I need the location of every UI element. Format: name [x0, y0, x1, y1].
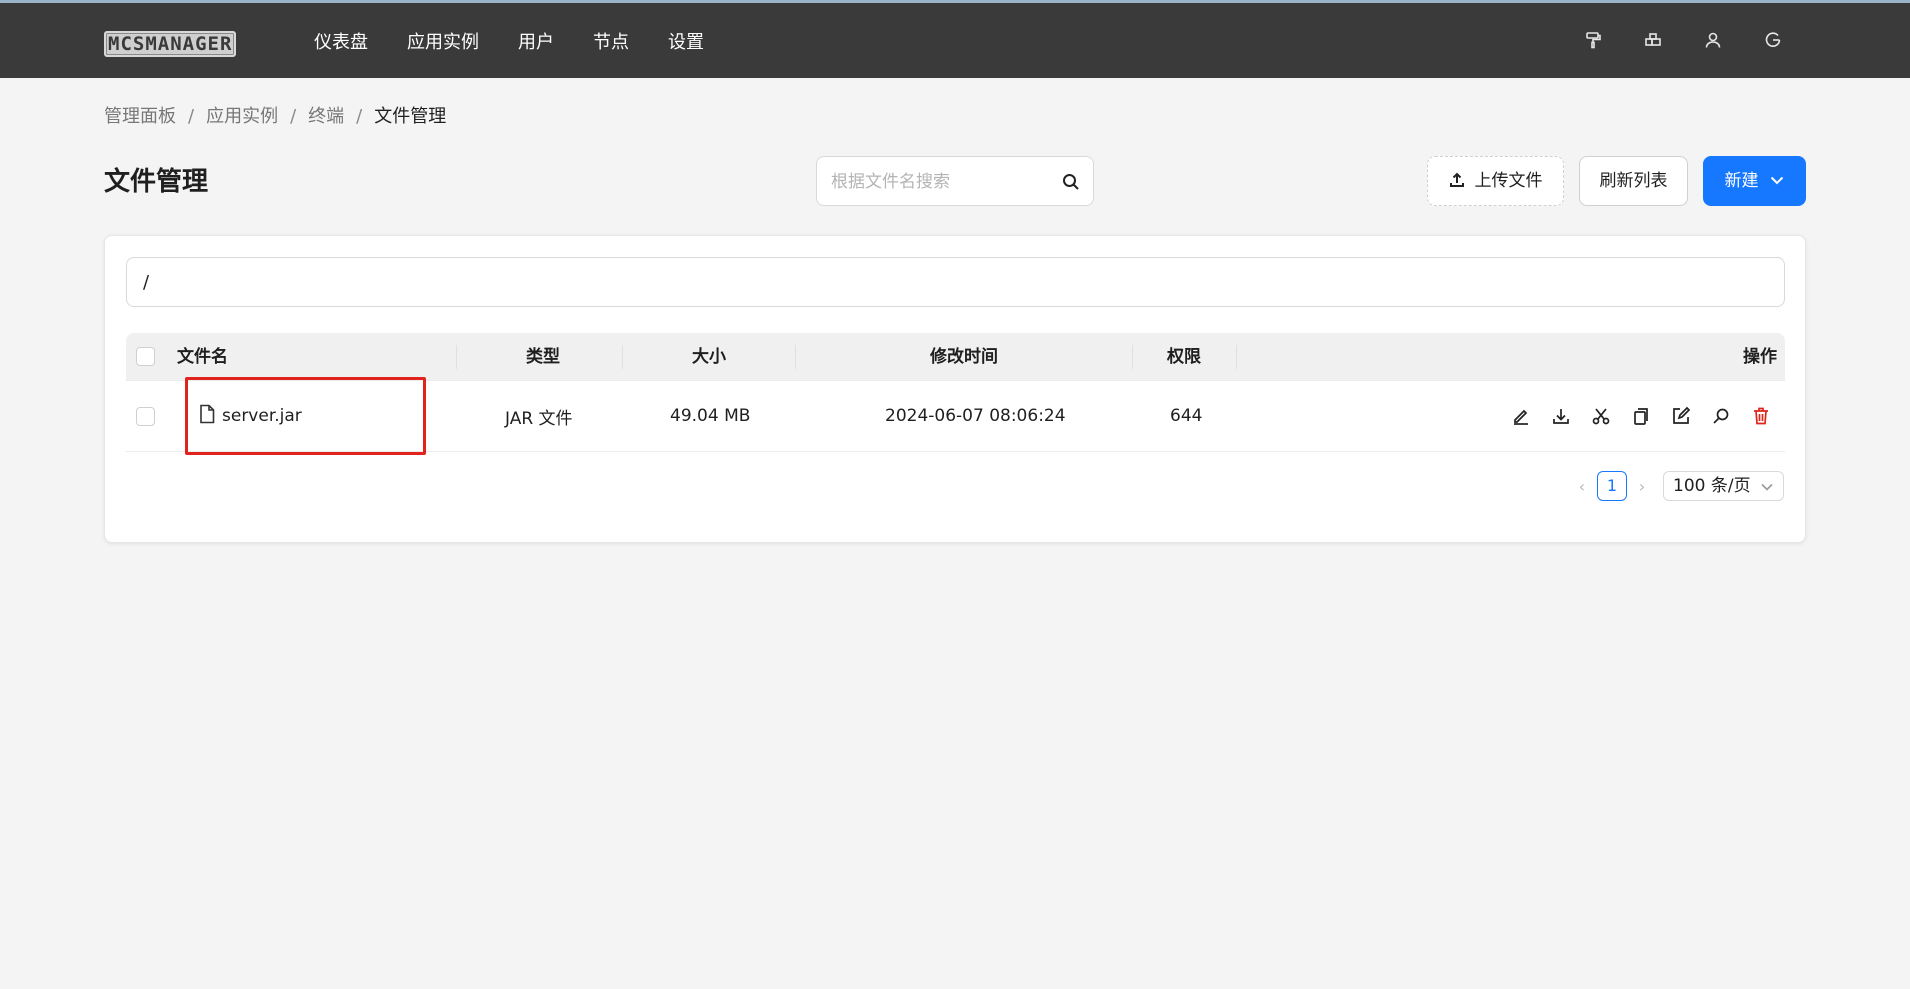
row-checkbox[interactable] — [136, 406, 155, 426]
cut-icon[interactable] — [1591, 406, 1611, 426]
nav-item-nodes[interactable]: 节点 — [593, 29, 629, 57]
file-icon — [198, 404, 216, 429]
page-number-current[interactable]: 1 — [1597, 471, 1627, 501]
file-size: 49.04 MB — [670, 406, 751, 426]
prev-page-icon[interactable]: ‹ — [1573, 477, 1591, 496]
breadcrumb-separator: / — [290, 106, 297, 127]
breadcrumb-dashboard[interactable]: 管理面板 — [104, 105, 176, 129]
next-page-icon[interactable]: › — [1633, 477, 1651, 496]
search-icon[interactable] — [1061, 172, 1081, 192]
header-actions — [1584, 31, 1782, 49]
chevron-down-icon — [1761, 483, 1773, 491]
breadcrumb-separator: / — [356, 106, 363, 127]
column-divider — [456, 345, 457, 369]
main-nav: 仪表盘 应用实例 用户 节点 设置 — [314, 29, 704, 57]
user-icon[interactable] — [1704, 31, 1722, 49]
breadcrumb-separator: / — [188, 106, 195, 127]
column-header-actions: 操作 — [1743, 346, 1777, 367]
rename-icon[interactable] — [1511, 406, 1531, 426]
breadcrumb: 管理面板 / 应用实例 / 终端 / 文件管理 — [104, 105, 446, 129]
page-title: 文件管理 — [104, 167, 209, 197]
delete-icon[interactable] — [1751, 406, 1771, 426]
select-all-checkbox[interactable] — [136, 347, 155, 366]
row-actions — [1511, 381, 1771, 451]
file-name-cell[interactable]: server.jar — [198, 381, 302, 451]
breadcrumb-instances[interactable]: 应用实例 — [206, 105, 278, 129]
path-input[interactable] — [126, 257, 1785, 307]
new-button[interactable]: 新建 — [1703, 156, 1806, 206]
search-input[interactable] — [831, 169, 1051, 195]
chevron-down-icon — [1770, 176, 1783, 185]
column-header-modified[interactable]: 修改时间 — [930, 333, 998, 380]
nav-item-users[interactable]: 用户 — [518, 29, 554, 57]
upload-file-label: 上传文件 — [1474, 171, 1543, 191]
edit-icon[interactable] — [1671, 406, 1691, 426]
nav-item-dashboard[interactable]: 仪表盘 — [314, 29, 368, 57]
column-header-size[interactable]: 大小 — [692, 333, 726, 380]
copy-icon[interactable] — [1631, 406, 1651, 426]
column-header-name[interactable]: 文件名 — [177, 333, 228, 380]
column-header-type[interactable]: 类型 — [526, 333, 560, 380]
breadcrumb-terminal[interactable]: 终端 — [308, 105, 344, 129]
upload-icon — [1449, 172, 1464, 187]
file-modified-time: 2024-06-07 08:06:24 — [885, 406, 1066, 426]
nav-item-instances[interactable]: 应用实例 — [407, 29, 479, 57]
column-divider — [622, 345, 623, 369]
file-name[interactable]: server.jar — [222, 406, 302, 426]
top-navbar: MCSMANAGER 仪表盘 应用实例 用户 节点 设置 — [0, 0, 1910, 78]
search-icon[interactable] — [1711, 406, 1731, 426]
pagination: ‹ 1 › 100 条/页 — [1573, 471, 1784, 501]
paint-roller-icon[interactable] — [1584, 31, 1602, 49]
download-icon[interactable] — [1551, 406, 1571, 426]
search-box — [816, 156, 1094, 206]
file-type: JAR 文件 — [505, 408, 573, 429]
page-size-select[interactable]: 100 条/页 — [1663, 471, 1784, 501]
nav-item-settings[interactable]: 设置 — [668, 29, 704, 57]
new-label: 新建 — [1724, 171, 1759, 191]
table-header: 文件名 类型 大小 修改时间 权限 操作 — [126, 333, 1785, 381]
refresh-list-button[interactable]: 刷新列表 — [1579, 156, 1688, 206]
column-header-permission[interactable]: 权限 — [1167, 333, 1201, 380]
table-row[interactable]: server.jar JAR 文件 49.04 MB 2024-06-07 08… — [126, 377, 1785, 455]
page-size-value: 100 条/页 — [1673, 476, 1751, 496]
column-divider — [1236, 345, 1237, 369]
file-list-card: 文件名 类型 大小 修改时间 权限 操作 server.jar JAR 文件 4… — [104, 235, 1806, 543]
upload-file-button[interactable]: 上传文件 — [1427, 156, 1564, 206]
logout-icon[interactable] — [1764, 31, 1782, 49]
layout-icon[interactable] — [1644, 31, 1662, 49]
file-permission[interactable]: 644 — [1170, 381, 1202, 451]
column-divider — [795, 345, 796, 369]
breadcrumb-file-manager: 文件管理 — [374, 106, 447, 127]
logo[interactable]: MCSMANAGER — [104, 31, 237, 57]
column-divider — [1132, 345, 1133, 369]
